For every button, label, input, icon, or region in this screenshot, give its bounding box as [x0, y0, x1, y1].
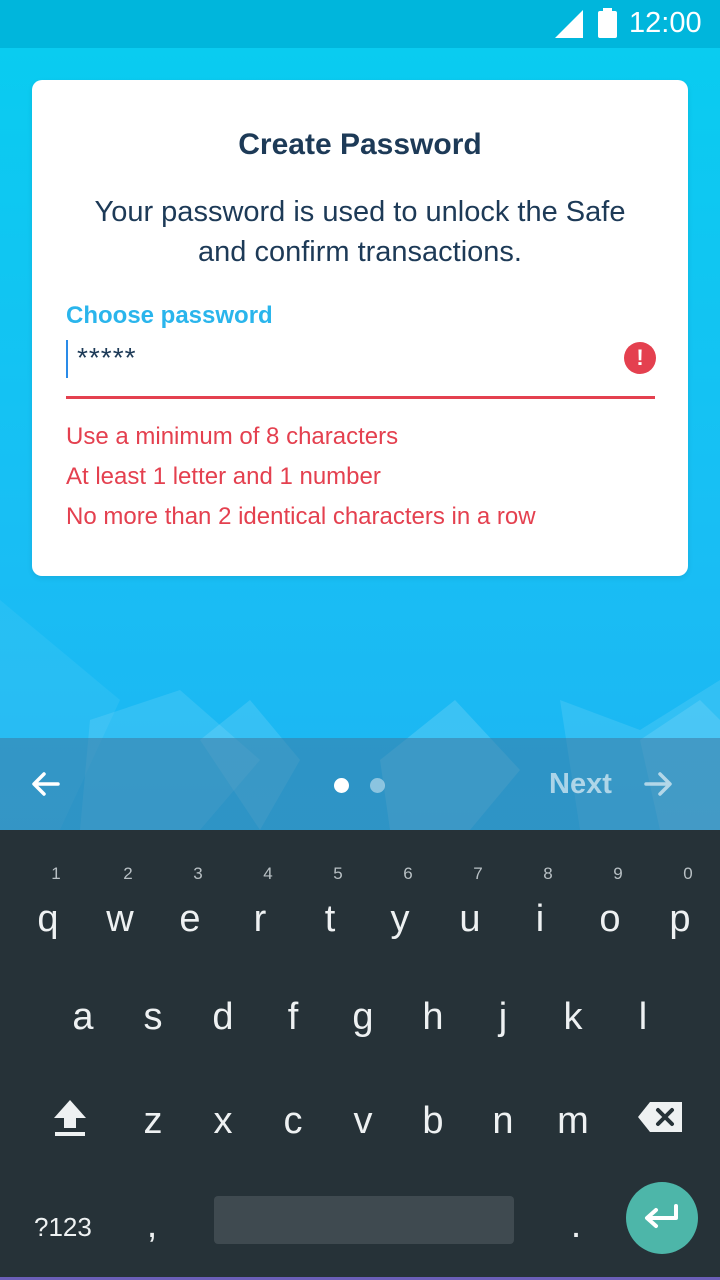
key-k[interactable]: k — [545, 996, 601, 1039]
key-l[interactable]: l — [615, 996, 671, 1039]
key-d[interactable]: d — [195, 996, 251, 1039]
page-indicator-1 — [334, 778, 349, 793]
key-hint-5: 5 — [333, 864, 343, 883]
page-title: Create Password — [238, 128, 482, 161]
period-key[interactable]: . — [548, 1204, 604, 1247]
key-hint-8: 8 — [543, 864, 553, 883]
key-hint-4: 4 — [263, 864, 273, 883]
key-n[interactable]: n — [475, 1100, 531, 1143]
key-t[interactable]: t5 — [302, 864, 358, 941]
backspace-icon[interactable] — [636, 1100, 684, 1134]
symbols-key[interactable]: ?123 — [34, 1212, 92, 1243]
key-hint-2: 2 — [123, 864, 133, 883]
key-w[interactable]: w2 — [92, 864, 148, 941]
key-s[interactable]: s — [125, 996, 181, 1039]
key-b[interactable]: b — [405, 1100, 461, 1143]
rule-identical-chars: No more than 2 identical characters in a… — [66, 503, 536, 530]
clock: 12:00 — [629, 7, 702, 39]
key-v[interactable]: v — [335, 1100, 391, 1143]
key-j[interactable]: j — [475, 996, 531, 1039]
password-rules: Use a minimum of 8 characters At least 1… — [66, 420, 536, 540]
enter-icon — [645, 1204, 678, 1228]
comma-key[interactable]: , — [124, 1204, 180, 1247]
key-c[interactable]: c — [265, 1100, 321, 1143]
soft-keyboard: q1w2e3r4t5y6u7i8o9p0 asdfghjkl zxcvbnm ?… — [0, 830, 720, 1280]
key-hint-1: 1 — [51, 864, 61, 883]
rule-min-length: Use a minimum of 8 characters — [66, 423, 399, 450]
password-field-label: Choose password — [66, 302, 273, 329]
key-hint-6: 6 — [403, 864, 413, 883]
arrow-right-icon[interactable] — [642, 768, 674, 800]
battery-icon — [598, 8, 617, 38]
error-icon: ! — [624, 342, 656, 374]
page-indicator-2 — [370, 778, 385, 793]
key-x[interactable]: x — [195, 1100, 251, 1143]
arrow-left-icon[interactable] — [30, 768, 62, 800]
key-z[interactable]: z — [125, 1100, 181, 1143]
step-navigation: Next — [0, 738, 720, 830]
key-p[interactable]: p0 — [652, 864, 708, 941]
next-button[interactable]: Next — [549, 768, 612, 801]
status-bar: 12:00 — [0, 0, 720, 48]
key-h[interactable]: h — [405, 996, 461, 1039]
key-e[interactable]: e3 — [162, 864, 218, 941]
key-i[interactable]: i8 — [512, 864, 568, 941]
key-hint-9: 9 — [613, 864, 623, 883]
key-hint-3: 3 — [193, 864, 203, 883]
spacebar[interactable] — [214, 1196, 514, 1244]
signal-icon — [555, 10, 583, 38]
key-o[interactable]: o9 — [582, 864, 638, 941]
rule-letter-number: At least 1 letter and 1 number — [66, 463, 381, 490]
enter-key[interactable] — [626, 1182, 698, 1254]
key-m[interactable]: m — [545, 1100, 601, 1143]
password-value: ***** — [77, 342, 137, 373]
key-y[interactable]: y6 — [372, 864, 428, 941]
key-r[interactable]: r4 — [232, 864, 288, 941]
key-hint-7: 7 — [473, 864, 483, 883]
key-a[interactable]: a — [55, 996, 111, 1039]
key-q[interactable]: q1 — [20, 864, 76, 941]
key-hint-0: 0 — [683, 864, 693, 883]
create-password-card: Create Password Your password is used to… — [32, 80, 688, 576]
key-g[interactable]: g — [335, 996, 391, 1039]
page-description: Your password is used to unlock the Safe… — [94, 196, 626, 268]
password-input[interactable]: ***** ! — [66, 338, 656, 399]
key-u[interactable]: u7 — [442, 864, 498, 941]
text-cursor — [66, 340, 68, 378]
shift-icon[interactable] — [52, 1098, 88, 1138]
key-f[interactable]: f — [265, 996, 321, 1039]
